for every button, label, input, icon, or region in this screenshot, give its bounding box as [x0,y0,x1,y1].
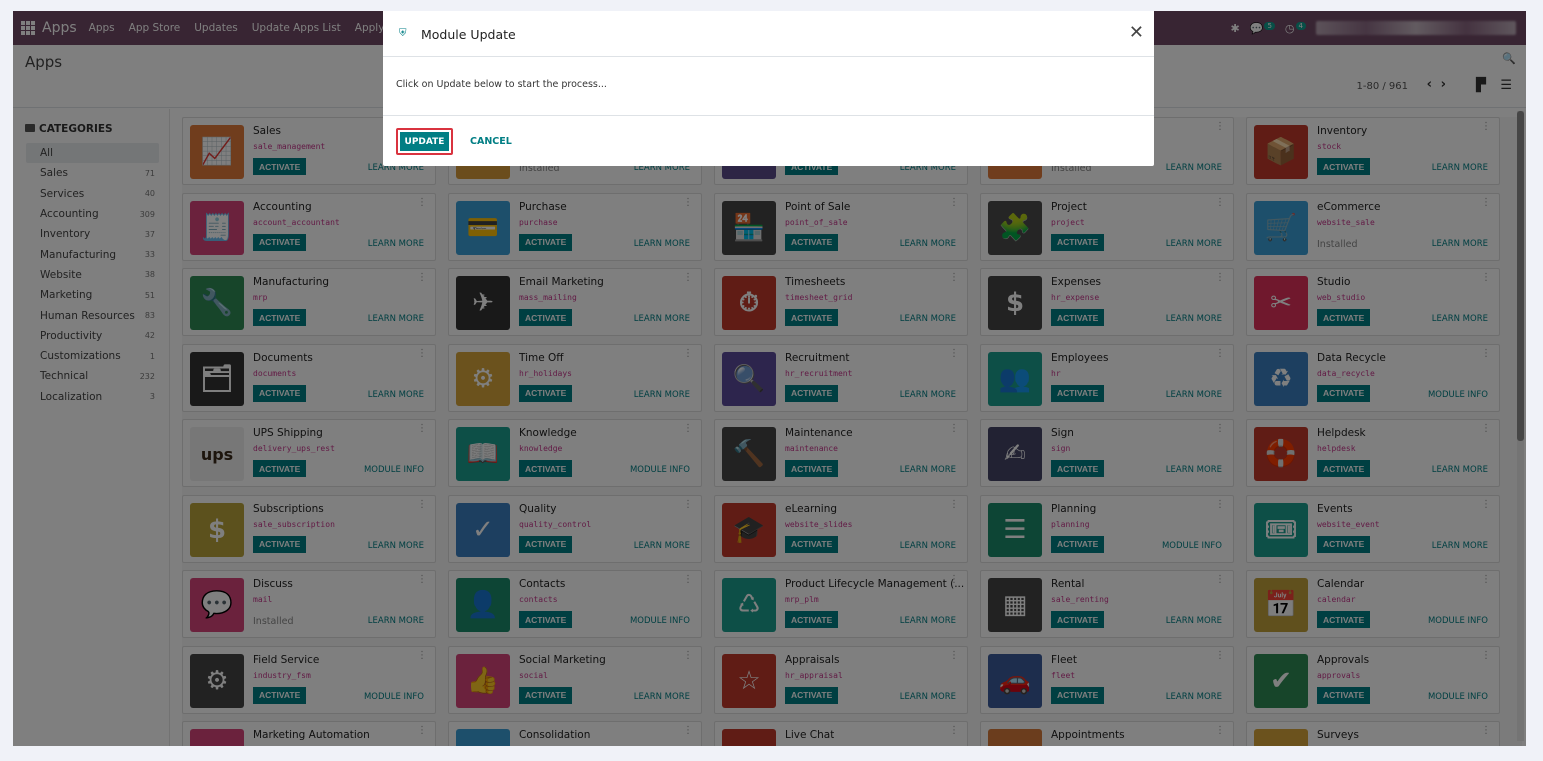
app-window: Apps Apps App Store Updates Update Apps … [13,11,1526,746]
update-button[interactable]: UPDATE [396,128,453,155]
dialog-header: ⛨ Module Update ✕ [383,11,1154,57]
update-button-label: UPDATE [400,132,449,151]
module-icon: ⛨ [399,28,407,39]
module-update-dialog: ⛨ Module Update ✕ Click on Update below … [383,11,1154,166]
close-icon[interactable]: ✕ [1129,22,1144,43]
dialog-title: Module Update [421,27,516,42]
dialog-message: Click on Update below to start the proce… [396,79,607,90]
dialog-body: Click on Update below to start the proce… [383,57,1154,116]
cancel-button[interactable]: CANCEL [470,136,512,147]
